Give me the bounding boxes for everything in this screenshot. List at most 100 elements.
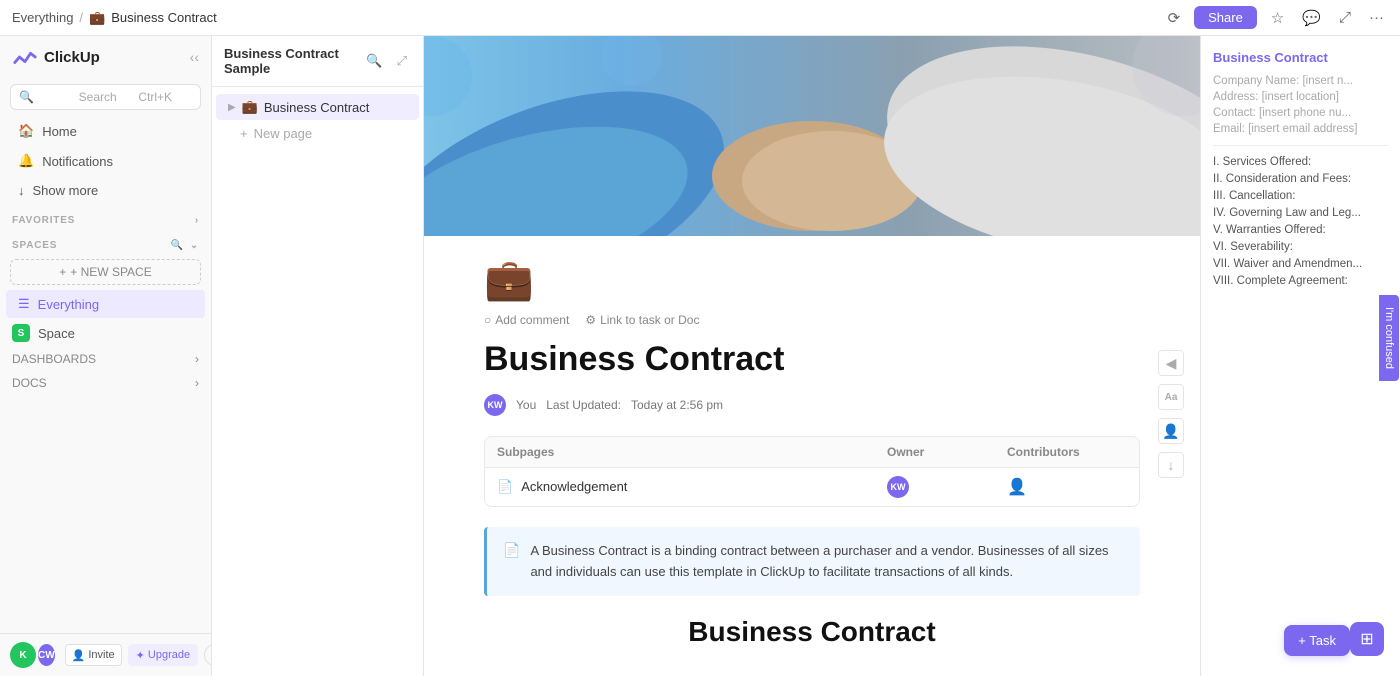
sidebar-notifications-label: Notifications xyxy=(42,154,113,169)
spaces-section: SPACES 🔍 ⌄ xyxy=(0,230,211,255)
new-page-item[interactable]: + New page xyxy=(212,121,423,146)
doc-last-updated-time: Today at 2:56 pm xyxy=(631,398,723,412)
breadcrumb-sep: / xyxy=(79,10,83,25)
content-area: 💼 ○ Add comment ⚙ Link to task or Doc Bu… xyxy=(424,36,1200,676)
user-avatar-cw: CW xyxy=(36,642,57,668)
doc-panel: Business Contract Sample 🔍 ⤢ ▶ 💼 Busines… xyxy=(212,36,424,676)
toc-section-item[interactable]: VII. Waiver and Amendmen... xyxy=(1213,258,1388,270)
new-space-label: + NEW SPACE xyxy=(70,265,151,279)
space-icon: S xyxy=(12,324,30,342)
info-page-icon: 📄 xyxy=(503,542,520,583)
toc-field: Company Name: [insert n... xyxy=(1213,75,1388,87)
expand-arrow-icon: ▶ xyxy=(228,102,236,113)
subpage-owner-avatar: KW xyxy=(887,476,909,498)
table-row[interactable]: 📄 Acknowledgement KW 👤 xyxy=(485,468,1139,506)
search-bar[interactable]: 🔍 Search Ctrl+K xyxy=(10,84,201,110)
author-avatar: KW xyxy=(484,394,506,416)
dashboards-label: DASHBOARDS xyxy=(12,352,96,366)
add-task-button[interactable]: + Task xyxy=(1284,625,1350,656)
comment-icon: ○ xyxy=(484,313,491,327)
upgrade-label: Upgrade xyxy=(148,649,190,661)
search-shortcut: Ctrl+K xyxy=(138,90,192,104)
toc-fields: Company Name: [insert n...Address: [inse… xyxy=(1213,75,1388,135)
info-box-text: A Business Contract is a binding contrac… xyxy=(530,541,1124,583)
invite-button[interactable]: 👤 Invite xyxy=(65,644,122,666)
main-layout: ClickUp ‹‹ 🔍 Search Ctrl+K 🏠 Home 🔔 Noti… xyxy=(0,36,1400,676)
sidebar-home-label: Home xyxy=(42,124,77,139)
doc-tree-icon: 💼 xyxy=(242,99,258,115)
subpage-name: 📄 Acknowledgement xyxy=(497,479,887,495)
toc-section-item[interactable]: VI. Severability: xyxy=(1213,241,1388,253)
feedback-tab[interactable]: I'm confused xyxy=(1379,295,1399,381)
doc-panel-header-icons: 🔍 ⤢ xyxy=(362,51,411,71)
sidebar: ClickUp ‹‹ 🔍 Search Ctrl+K 🏠 Home 🔔 Noti… xyxy=(0,36,212,676)
owner-col-label: Owner xyxy=(887,445,1007,459)
sidebar-item-show-more[interactable]: ↓ Show more xyxy=(6,177,205,204)
doc-panel-expand-icon[interactable]: ⤢ xyxy=(393,51,411,71)
sidebar-bottom: K CW 👤 Invite ✦ Upgrade ? xyxy=(0,633,211,676)
info-box: 📄 A Business Contract is a binding contr… xyxy=(484,527,1140,597)
spaces-label: SPACES xyxy=(12,240,57,251)
toc-section-item[interactable]: IV. Governing Law and Leg... xyxy=(1213,207,1388,219)
upgrade-button[interactable]: ✦ Upgrade xyxy=(128,644,198,666)
toc-section-item[interactable]: VIII. Complete Agreement: xyxy=(1213,275,1388,287)
doc-panel-search-icon[interactable]: 🔍 xyxy=(362,51,386,71)
sidebar-show-more-label: Show more xyxy=(33,183,99,198)
subpage-label: Acknowledgement xyxy=(521,479,627,494)
breadcrumb-everything[interactable]: Everything xyxy=(12,10,73,25)
toc-section-item[interactable]: II. Consideration and Fees: xyxy=(1213,173,1388,185)
doc-last-updated-label: Last Updated: xyxy=(546,398,621,412)
dashboards-section[interactable]: DASHBOARDS › xyxy=(0,347,211,371)
subpages-table: Subpages Owner Contributors 📄 Acknowledg… xyxy=(484,436,1140,507)
new-page-label: New page xyxy=(254,126,313,141)
expand-icon[interactable]: ⤢ xyxy=(1335,7,1355,28)
add-comment-button[interactable]: ○ Add comment xyxy=(484,313,569,327)
dashboards-chevron-icon: › xyxy=(195,352,199,366)
collapse-sidebar-button[interactable]: ‹‹ xyxy=(190,49,199,65)
docs-chevron-icon: › xyxy=(195,376,199,390)
clickup-logo-text: ClickUp xyxy=(44,49,100,66)
sidebar-item-home[interactable]: 🏠 Home xyxy=(6,117,205,145)
top-bar: Everything / 💼 Business Contract ⟳ Share… xyxy=(0,0,1400,36)
sidebar-item-notifications[interactable]: 🔔 Notifications xyxy=(6,147,205,175)
link-task-label: Link to task or Doc xyxy=(600,313,699,327)
clickup-logo[interactable]: ClickUp xyxy=(12,44,100,70)
upgrade-icon: ✦ xyxy=(136,649,145,662)
star-icon[interactable]: ☆ xyxy=(1267,7,1288,29)
sync-icon[interactable]: ⟳ xyxy=(1164,7,1185,29)
spaces-search-icon[interactable]: 🔍 xyxy=(171,240,184,251)
favorites-section: FAVORITES › xyxy=(0,205,211,230)
doc-title: Business Contract xyxy=(484,339,1140,380)
sidebar-everything-label: Everything xyxy=(38,297,99,312)
spaces-chevron-icon[interactable]: ⌄ xyxy=(190,240,199,251)
clickup-logo-icon xyxy=(12,44,38,70)
new-space-button[interactable]: + + NEW SPACE xyxy=(10,259,201,285)
help-button[interactable]: ? xyxy=(204,644,212,666)
docs-section[interactable]: DOCS › xyxy=(0,371,211,395)
doc-tree-item-business-contract[interactable]: ▶ 💼 Business Contract xyxy=(216,94,419,120)
toc-divider xyxy=(1213,145,1388,146)
toc-sections: I. Services Offered: II. Consideration an… xyxy=(1213,156,1388,287)
contributor-icon: 👤 xyxy=(1007,477,1127,497)
toc-field: Email: [insert email address] xyxy=(1213,123,1388,135)
toc-section-item[interactable]: V. Warranties Offered: xyxy=(1213,224,1388,236)
sidebar-item-everything[interactable]: ☰ Everything xyxy=(6,290,205,318)
docs-label: DOCS xyxy=(12,376,47,390)
sidebar-item-space[interactable]: S Space xyxy=(0,319,211,347)
sidebar-header: ClickUp ‹‹ xyxy=(0,36,211,78)
breadcrumb-doc[interactable]: Business Contract xyxy=(111,10,217,25)
share-button[interactable]: Share xyxy=(1194,6,1257,29)
link-task-button[interactable]: ⚙ Link to task or Doc xyxy=(585,313,699,327)
chat-icon[interactable]: 💬 xyxy=(1298,7,1325,29)
toc-section-item[interactable]: I. Services Offered: xyxy=(1213,156,1388,168)
favorites-label: FAVORITES xyxy=(12,215,75,226)
sidebar-space-label: Space xyxy=(38,326,75,341)
grid-view-button[interactable]: ⊞ xyxy=(1350,622,1384,656)
subpages-col-label: Subpages xyxy=(497,445,887,459)
more-icon[interactable]: ··· xyxy=(1365,7,1388,28)
plus-icon: + xyxy=(240,126,248,141)
contributors-col-label: Contributors xyxy=(1007,445,1127,459)
toc-section-item[interactable]: III. Cancellation: xyxy=(1213,190,1388,202)
doc-tree-item-label: Business Contract xyxy=(264,100,370,115)
invite-label: Invite xyxy=(88,649,114,661)
